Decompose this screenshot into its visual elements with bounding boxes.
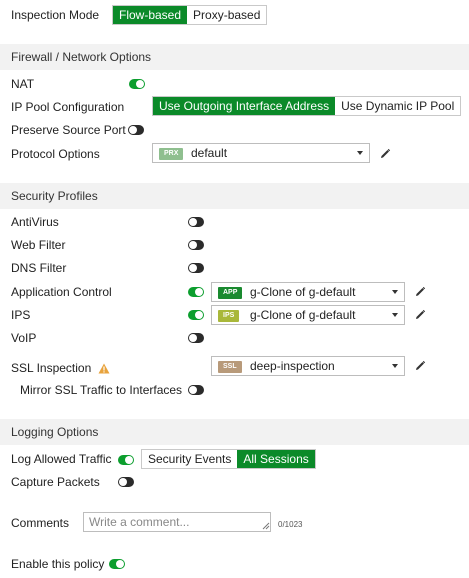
resize-handle-icon[interactable] <box>262 522 270 530</box>
application-control-value: g-Clone of g-default <box>250 285 356 299</box>
comments-textarea[interactable]: Write a comment... <box>83 512 271 532</box>
ssl-inspection-select[interactable]: SSL deep-inspection <box>211 356 405 376</box>
flow-based-option[interactable]: Flow-based <box>113 6 188 24</box>
dns-filter-label: DNS Filter <box>11 261 67 275</box>
chevron-down-icon <box>392 290 398 294</box>
proxy-based-option[interactable]: Proxy-based <box>187 6 267 24</box>
inspection-mode-toggle[interactable]: Flow-based Proxy-based <box>112 5 268 25</box>
enable-policy-toggle[interactable] <box>109 559 125 569</box>
ssl-inspection-row: SSL Inspection <box>11 361 110 375</box>
ip-pool-label: IP Pool Configuration <box>11 100 125 114</box>
ips-tag: IPS <box>218 310 240 322</box>
application-control-label: Application Control <box>11 285 112 299</box>
protocol-tag: PRX <box>159 148 184 160</box>
log-allowed-traffic-toggle[interactable] <box>118 455 134 465</box>
logging-section-header: Logging Options <box>0 419 469 445</box>
application-control-toggle[interactable] <box>188 287 204 297</box>
app-tag: APP <box>218 287 243 299</box>
nat-toggle[interactable] <box>129 79 145 89</box>
antivirus-label: AntiVirus <box>11 215 59 229</box>
mirror-ssl-toggle[interactable] <box>188 385 204 395</box>
protocol-options-label: Protocol Options <box>11 147 100 161</box>
preserve-source-port-label: Preserve Source Port <box>11 123 126 137</box>
comments-label: Comments <box>11 516 70 530</box>
all-sessions-option[interactable]: All Sessions <box>237 450 315 468</box>
dns-filter-toggle[interactable] <box>188 263 204 273</box>
chevron-down-icon <box>357 151 363 155</box>
pencil-icon[interactable] <box>379 148 391 160</box>
use-dynamic-ip-pool-option[interactable]: Use Dynamic IP Pool <box>335 97 461 115</box>
pencil-icon[interactable] <box>414 286 426 298</box>
ssl-inspection-label: SSL Inspection <box>11 361 92 375</box>
ips-value: g-Clone of g-default <box>250 308 356 322</box>
preserve-source-port-toggle[interactable] <box>128 125 144 135</box>
ips-label: IPS <box>11 308 31 322</box>
capture-packets-label: Capture Packets <box>11 475 100 489</box>
use-outgoing-interface-option[interactable]: Use Outgoing Interface Address <box>153 97 336 115</box>
security-events-option[interactable]: Security Events <box>142 450 238 468</box>
log-allowed-traffic-label: Log Allowed Traffic <box>11 452 112 466</box>
ssl-inspection-value: deep-inspection <box>250 359 335 373</box>
pencil-icon[interactable] <box>414 309 426 321</box>
antivirus-toggle[interactable] <box>188 217 204 227</box>
ips-select[interactable]: IPS g-Clone of g-default <box>211 305 405 325</box>
ips-toggle[interactable] <box>188 310 204 320</box>
pencil-icon[interactable] <box>414 360 426 372</box>
voip-toggle[interactable] <box>188 333 204 343</box>
ip-pool-toggle[interactable]: Use Outgoing Interface Address Use Dynam… <box>152 96 462 116</box>
log-allowed-traffic-options[interactable]: Security Events All Sessions <box>141 449 316 469</box>
application-control-select[interactable]: APP g-Clone of g-default <box>211 282 405 302</box>
chevron-down-icon <box>392 313 398 317</box>
protocol-value: default <box>191 146 228 160</box>
nat-label: NAT <box>11 77 35 91</box>
ssl-tag: SSL <box>218 361 242 373</box>
warning-icon <box>98 363 110 374</box>
protocol-options-select[interactable]: PRX default <box>152 143 370 163</box>
enable-policy-label: Enable this policy <box>11 557 105 571</box>
capture-packets-toggle[interactable] <box>118 477 134 487</box>
security-section-header: Security Profiles <box>0 183 469 209</box>
mirror-ssl-label: Mirror SSL Traffic to Interfaces <box>20 383 183 397</box>
chevron-down-icon <box>392 364 398 368</box>
voip-label: VoIP <box>11 331 37 345</box>
comments-counter: 0/1023 <box>278 520 303 529</box>
web-filter-toggle[interactable] <box>188 240 204 250</box>
web-filter-label: Web Filter <box>11 238 66 252</box>
inspection-mode-label: Inspection Mode <box>11 8 100 22</box>
firewall-section-header: Firewall / Network Options <box>0 44 469 70</box>
